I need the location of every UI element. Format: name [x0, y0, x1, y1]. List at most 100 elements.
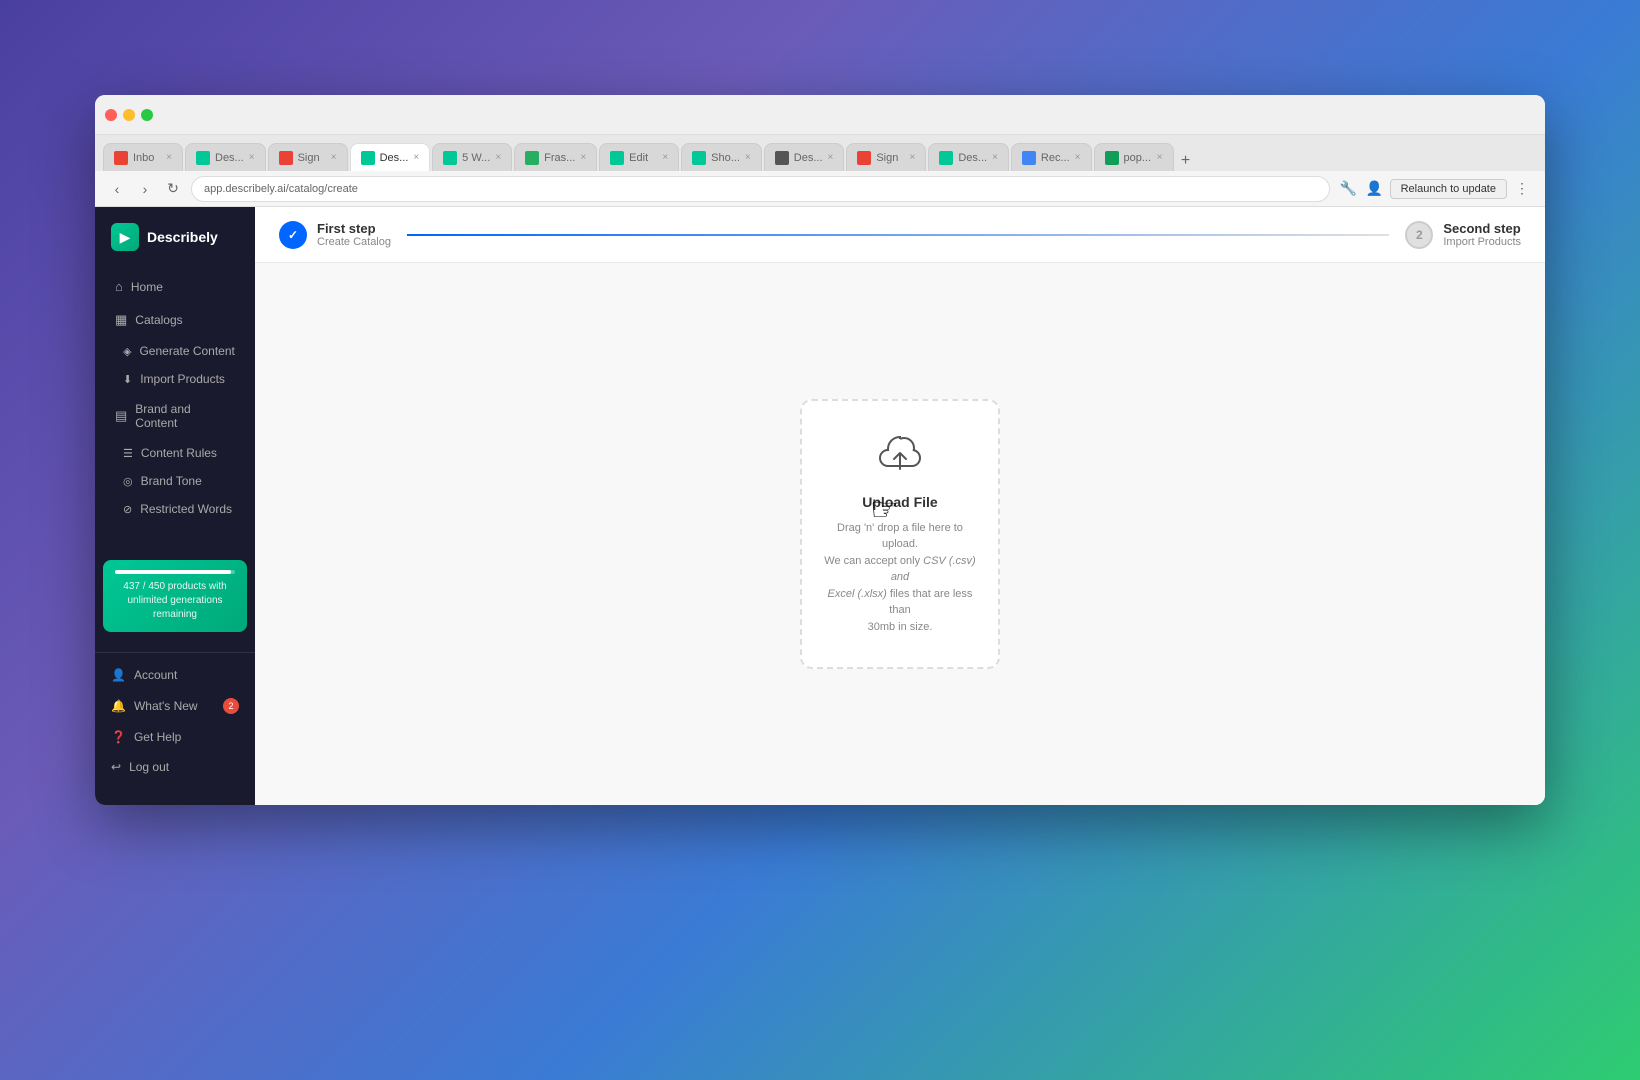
- tab-close-icon[interactable]: ×: [580, 152, 586, 163]
- sidebar-item-home-label: Home: [131, 280, 163, 294]
- tab-label: Sign: [298, 152, 326, 164]
- progress-bar-fill: [115, 570, 231, 574]
- tab-close-icon[interactable]: ×: [1075, 152, 1081, 163]
- extensions-icon[interactable]: 🔧: [1338, 178, 1360, 200]
- tab-label: Fras...: [544, 152, 575, 164]
- tab-close-icon[interactable]: ×: [249, 152, 255, 163]
- maximize-button[interactable]: [141, 109, 153, 121]
- step-1-title: First step: [317, 221, 391, 236]
- sidebar-item-whats-new[interactable]: 🔔 What's New 2: [95, 691, 255, 721]
- upload-title: Upload File: [822, 494, 978, 510]
- sidebar-item-log-out[interactable]: ↩ Log out: [95, 753, 255, 781]
- tab-fras[interactable]: Fras... ×: [514, 143, 597, 171]
- new-tab-button[interactable]: +: [1176, 151, 1196, 171]
- minimize-button[interactable]: [123, 109, 135, 121]
- sidebar-item-catalogs[interactable]: ▦ Catalogs: [99, 304, 251, 336]
- tab-rec[interactable]: Rec... ×: [1011, 143, 1092, 171]
- content-rules-icon: ☰: [123, 447, 133, 460]
- url-input[interactable]: app.describely.ai/catalog/create: [191, 176, 1330, 202]
- sidebar-item-content-rules[interactable]: ☰ Content Rules: [95, 440, 255, 466]
- step-1-circle: ✓: [279, 221, 307, 249]
- close-button[interactable]: [105, 109, 117, 121]
- tab-icon: [1105, 151, 1119, 165]
- step-2-subtitle: Import Products: [1443, 236, 1521, 248]
- refresh-button[interactable]: ↻: [163, 179, 183, 199]
- tab-icon: [525, 151, 539, 165]
- app-layout: ▶ Describely ⌂ Home ▦ Catalogs ◈ Generat…: [95, 207, 1545, 805]
- logo-text: Describely: [147, 229, 218, 245]
- sidebar-item-get-help[interactable]: ❓ Get Help: [95, 723, 255, 751]
- tab-label: Des...: [215, 152, 244, 164]
- back-button[interactable]: ‹: [107, 179, 127, 199]
- tab-label: Des...: [380, 152, 409, 164]
- tab-label: Sho...: [711, 152, 740, 164]
- sidebar-bottom: 👤 Account 🔔 What's New 2 ❓ Get Help ↩ Lo…: [95, 652, 255, 789]
- tab-close-icon[interactable]: ×: [166, 152, 172, 163]
- tab-icon: [857, 151, 871, 165]
- tab-sign2[interactable]: Sign ×: [846, 143, 926, 171]
- browser-actions: 🔧 👤 Relaunch to update ⋮: [1338, 178, 1533, 200]
- sidebar-item-restricted-label: Restricted Words: [140, 502, 232, 516]
- sidebar-item-content-rules-label: Content Rules: [141, 446, 217, 460]
- sidebar-item-import-products[interactable]: ⬇ Import Products: [95, 366, 255, 392]
- browser-titlebar: [95, 95, 1545, 135]
- sidebar-item-account[interactable]: 👤 Account: [95, 661, 255, 689]
- sidebar-item-generate-label: Generate Content: [139, 344, 234, 358]
- progress-card: 437 / 450 products with unlimited genera…: [103, 560, 247, 632]
- progress-bar-background: [115, 570, 235, 574]
- sidebar-item-brand-tone[interactable]: ◎ Brand Tone: [95, 468, 255, 494]
- sidebar-logo: ▶ Describely: [95, 223, 255, 271]
- tab-des-active[interactable]: Des... ×: [350, 143, 431, 171]
- tab-label: Edit: [629, 152, 657, 164]
- sidebar-item-account-label: Account: [134, 668, 177, 682]
- tab-edit[interactable]: Edit ×: [599, 143, 679, 171]
- tab-close-icon[interactable]: ×: [910, 152, 916, 163]
- tab-des3[interactable]: Des... ×: [928, 143, 1009, 171]
- tab-pop[interactable]: pop... ×: [1094, 143, 1174, 171]
- sidebar-nav: ⌂ Home ▦ Catalogs ◈ Generate Content ⬇ I…: [95, 271, 255, 548]
- tab-close-icon[interactable]: ×: [828, 152, 834, 163]
- tab-close-icon[interactable]: ×: [662, 152, 668, 163]
- tab-label: Des...: [958, 152, 987, 164]
- relaunch-button[interactable]: Relaunch to update: [1390, 179, 1507, 199]
- progress-text: 437 / 450 products with unlimited genera…: [115, 580, 235, 622]
- sidebar-item-log-out-label: Log out: [129, 760, 169, 774]
- tab-label: 5 W...: [462, 152, 490, 164]
- sidebar-item-home[interactable]: ⌂ Home: [99, 271, 251, 302]
- generate-content-icon: ◈: [123, 345, 131, 358]
- browser-tabs: Inbo × Des... × Sign × Des... × 5 W... ×…: [95, 135, 1545, 171]
- tab-close-icon[interactable]: ×: [495, 152, 501, 163]
- tab-label: Inbo: [133, 152, 161, 164]
- tab-sho[interactable]: Sho... ×: [681, 143, 762, 171]
- catalogs-icon: ▦: [115, 312, 127, 328]
- tab-close-icon[interactable]: ×: [331, 152, 337, 163]
- upload-dropzone[interactable]: Upload File Drag 'n' drop a file here to…: [800, 399, 1000, 670]
- step-2-circle: 2: [1405, 221, 1433, 249]
- tab-sign[interactable]: Sign ×: [268, 143, 348, 171]
- sidebar-item-import-label: Import Products: [140, 372, 225, 386]
- menu-icon[interactable]: ⋮: [1511, 178, 1533, 200]
- sidebar-item-generate-content[interactable]: ◈ Generate Content: [95, 338, 255, 364]
- sidebar-item-brand-tone-label: Brand Tone: [141, 474, 202, 488]
- address-bar: ‹ › ↻ app.describely.ai/catalog/create 🔧…: [95, 171, 1545, 207]
- step-1: ✓ First step Create Catalog: [279, 221, 391, 249]
- tab-icon: [443, 151, 457, 165]
- brand-content-icon: ▤: [115, 408, 127, 424]
- account-icon[interactable]: 👤: [1364, 178, 1386, 200]
- tab-close-icon[interactable]: ×: [413, 152, 419, 163]
- tab-inbox[interactable]: Inbo ×: [103, 143, 183, 171]
- tab-icon: [775, 151, 789, 165]
- tab-close-icon[interactable]: ×: [992, 152, 998, 163]
- sidebar-item-brand-content[interactable]: ▤ Brand and Content: [99, 394, 251, 438]
- forward-button[interactable]: ›: [135, 179, 155, 199]
- tab-des2[interactable]: Des... ×: [764, 143, 845, 171]
- step-2: 2 Second step Import Products: [1405, 221, 1521, 249]
- sidebar-item-restricted-words[interactable]: ⊘ Restricted Words: [95, 496, 255, 522]
- tab-des1[interactable]: Des... ×: [185, 143, 266, 171]
- tab-5w[interactable]: 5 W... ×: [432, 143, 512, 171]
- logo-icon: ▶: [111, 223, 139, 251]
- tab-close-icon[interactable]: ×: [1157, 152, 1163, 163]
- whats-new-icon: 🔔: [111, 699, 126, 713]
- tab-close-icon[interactable]: ×: [745, 152, 751, 163]
- tab-label: pop...: [1124, 152, 1152, 164]
